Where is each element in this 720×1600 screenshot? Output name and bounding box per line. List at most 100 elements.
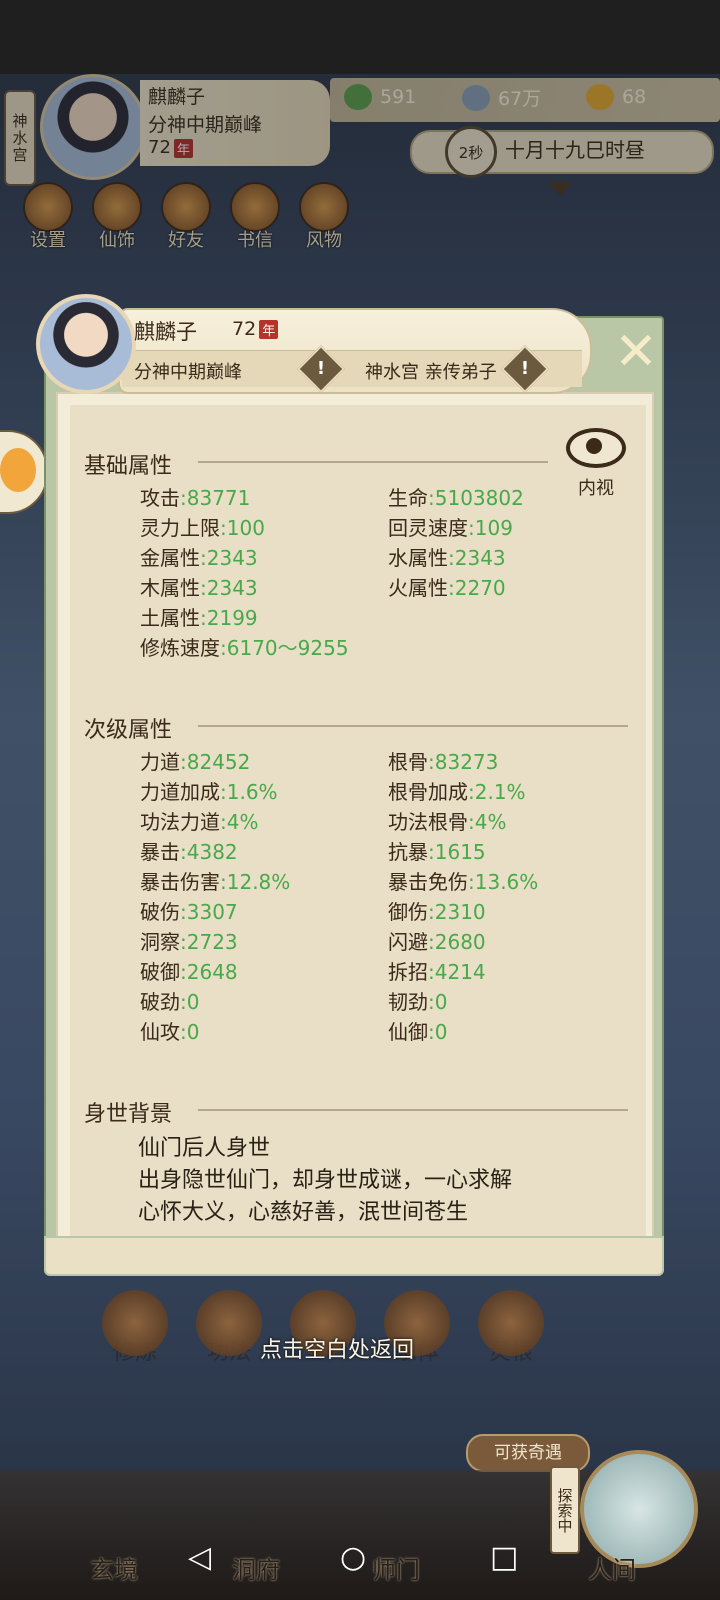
info-mark: !	[316, 358, 326, 379]
attribute-separator: :	[468, 870, 475, 894]
attribute-value: 109	[474, 516, 513, 540]
attribute-item: 生命:5103802	[388, 482, 524, 511]
attribute-item: 破劲:0	[140, 986, 199, 1015]
attribute-label: 暴击	[140, 840, 180, 864]
nav-shimen[interactable]: 师门	[372, 1550, 420, 1585]
attribute-label: 火属性	[388, 576, 448, 600]
background-title: 身世背景	[84, 1102, 173, 1127]
attribute-item: 火属性:2270	[388, 572, 506, 601]
attribute-value: 82452	[186, 750, 251, 774]
attribute-separator: :	[428, 900, 435, 924]
attribute-item: 暴击伤害:12.8%	[140, 866, 290, 895]
background-line: 心怀大义，心慈好善，泯世间苍生	[138, 1200, 469, 1225]
system-home-button[interactable]: ○	[340, 1540, 366, 1575]
attribute-label: 暴击伤害	[140, 870, 220, 894]
explore-tab[interactable]: 探索中	[550, 1466, 580, 1554]
attribute-value: 3307	[186, 900, 238, 924]
attribute-value: 2310	[434, 900, 486, 924]
character-avatar	[36, 294, 136, 394]
attribute-label: 回灵速度	[388, 516, 468, 540]
attribute-item: 仙攻:0	[140, 1016, 199, 1045]
attribute-item: 修炼速度:6170～9255	[140, 632, 349, 661]
action-skills[interactable]: 功法	[192, 1290, 266, 1366]
attribute-separator: :	[180, 900, 187, 924]
attribute-item: 攻击:83771	[140, 482, 250, 511]
attribute-label: 力道加成	[140, 780, 220, 804]
action-root[interactable]: 灵根	[474, 1290, 548, 1366]
attribute-separator: :	[448, 576, 455, 600]
nav-renjian[interactable]: 人间	[588, 1550, 636, 1585]
attribute-item: 拆招:4214	[388, 956, 486, 985]
attribute-separator: :	[428, 1020, 435, 1044]
nav-xuanjing[interactable]: 玄境	[90, 1550, 138, 1585]
system-recent-button[interactable]: □	[490, 1540, 518, 1575]
attribute-label: 修炼速度	[140, 636, 220, 660]
attribute-item: 御伤:2310	[388, 896, 486, 925]
character-name: 麒麟子	[134, 320, 197, 344]
divider	[198, 461, 548, 463]
attribute-item: 暴击:4382	[140, 836, 238, 865]
attribute-value: 4%	[474, 810, 507, 834]
attribute-label: 灵力上限	[140, 516, 220, 540]
attribute-label: 拆招	[388, 960, 428, 984]
attribute-item: 闪避:2680	[388, 926, 486, 955]
attribute-separator: :	[448, 546, 455, 570]
attribute-separator: :	[468, 516, 475, 540]
attribute-label: 破劲	[140, 990, 180, 1014]
attribute-label: 木属性	[140, 576, 200, 600]
attribute-value: 83273	[434, 750, 499, 774]
attribute-item: 根骨加成:2.1%	[388, 776, 526, 805]
attribute-value: 2343	[206, 576, 258, 600]
nav-dongfu[interactable]: 洞府	[232, 1550, 280, 1585]
attribute-item: 根骨:83273	[388, 746, 498, 775]
attribute-separator: :	[428, 990, 435, 1014]
inner-view-label: 内视	[578, 478, 614, 499]
skills-icon	[196, 1290, 262, 1356]
attribute-value: 2343	[454, 546, 506, 570]
attribute-value: 2723	[186, 930, 238, 954]
attribute-item: 力道加成:1.6%	[140, 776, 278, 805]
attribute-label: 金属性	[140, 546, 200, 570]
attribute-label: 仙攻	[140, 1020, 180, 1044]
action-cultivate[interactable]: 修炼	[98, 1290, 172, 1366]
attribute-separator: :	[180, 930, 187, 954]
attribute-value: 13.6%	[474, 870, 539, 894]
attribute-value: 2680	[434, 930, 486, 954]
system-back-button[interactable]: ◁	[188, 1540, 211, 1575]
attribute-label: 抗暴	[388, 840, 428, 864]
attribute-label: 功法力道	[140, 810, 220, 834]
divider	[198, 725, 628, 727]
attribute-label: 洞察	[140, 930, 180, 954]
attribute-label: 闪避	[388, 930, 428, 954]
attribute-value: 1615	[434, 840, 486, 864]
attribute-item: 土属性:2199	[140, 602, 258, 631]
divider	[198, 1109, 628, 1111]
attribute-separator: :	[180, 990, 187, 1014]
attribute-separator: :	[428, 840, 435, 864]
attribute-value: 4%	[226, 810, 259, 834]
attribute-separator: :	[180, 486, 187, 510]
attribute-separator: :	[468, 780, 475, 804]
eye-icon	[566, 428, 626, 468]
attribute-label: 根骨加成	[388, 780, 468, 804]
attribute-value: 0	[186, 990, 200, 1014]
attribute-value: 5103802	[434, 486, 524, 510]
secondary-attributes-title: 次级属性	[84, 718, 173, 743]
inner-view-button[interactable]: 内视	[566, 428, 626, 499]
attribute-label: 力道	[140, 750, 180, 774]
background-line: 出身隐世仙门，却身世成谜，一心求解	[138, 1168, 513, 1193]
attribute-separator: :	[428, 960, 435, 984]
attribute-item: 仙御:0	[388, 1016, 447, 1045]
close-button[interactable]: ✕	[606, 326, 666, 380]
attribute-item: 金属性:2343	[140, 542, 258, 571]
attribute-label: 生命	[388, 486, 428, 510]
attribute-item: 抗暴:1615	[388, 836, 486, 865]
attribute-separator: :	[200, 606, 207, 630]
attribute-item: 灵力上限:100	[140, 512, 265, 541]
attribute-item: 韧劲:0	[388, 986, 447, 1015]
attribute-separator: :	[220, 810, 227, 834]
cultivate-icon	[102, 1290, 168, 1356]
attribute-item: 洞察:2723	[140, 926, 238, 955]
attribute-item: 暴击免伤:13.6%	[388, 866, 538, 895]
attribute-label: 水属性	[388, 546, 448, 570]
